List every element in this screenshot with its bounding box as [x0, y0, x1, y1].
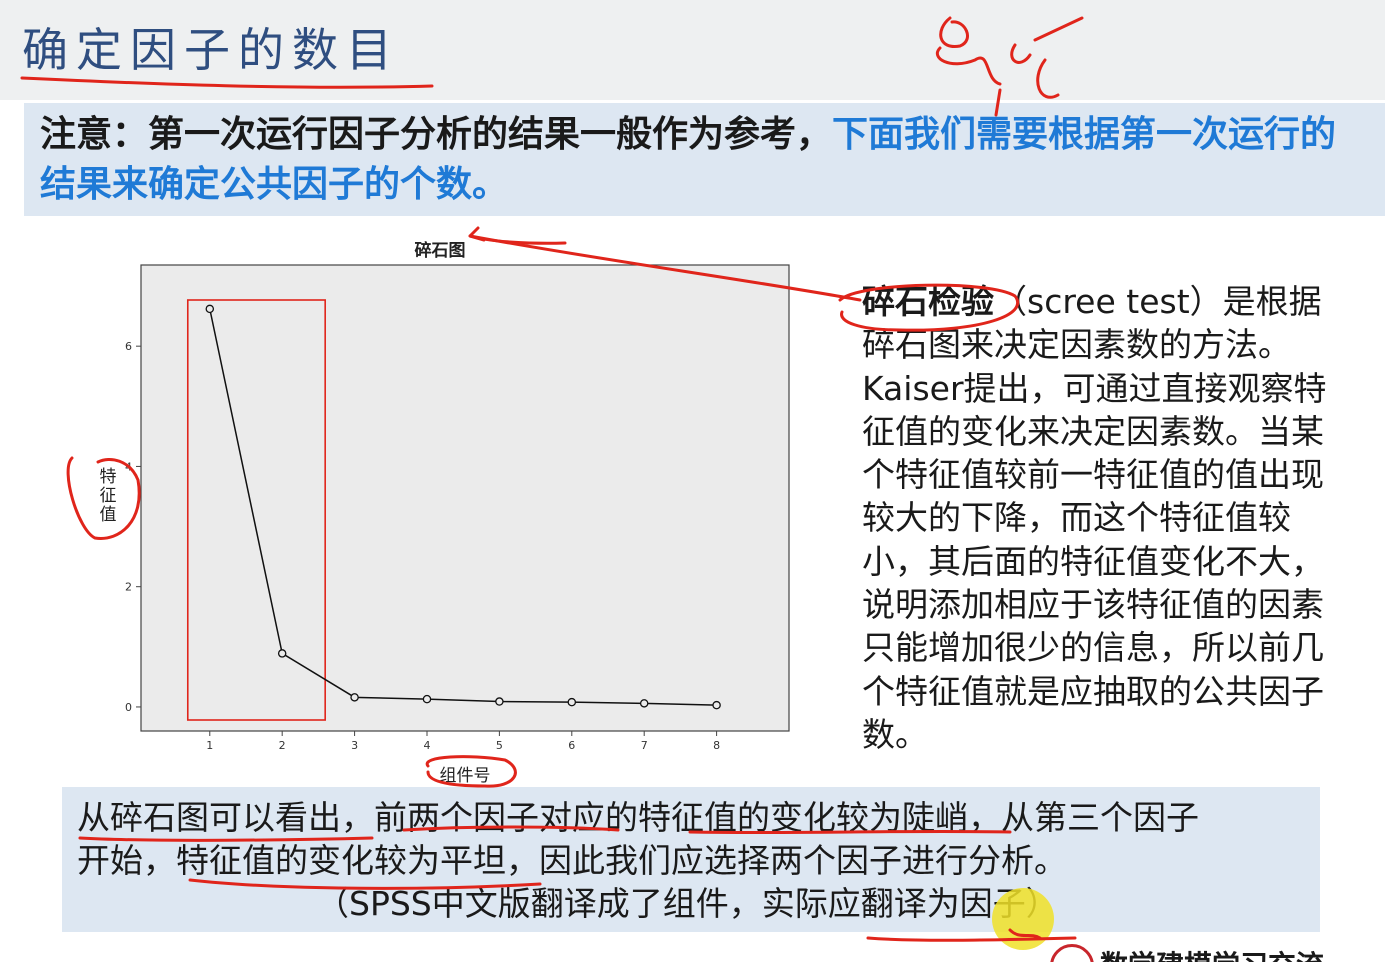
y-tick-label: 0: [125, 701, 132, 714]
eigenvalue-point: [350, 693, 359, 702]
x-tick-label: 4: [423, 739, 430, 752]
conclusion-line-1: 从碎石图可以看出，前两个因子对应的特征值的变化较为陡峭，从第三个因子: [77, 798, 1199, 837]
x-tick-label: 5: [496, 739, 503, 752]
y-tick-label: 2: [125, 581, 132, 594]
y-tick-label: 4: [125, 460, 132, 473]
x-tick-label: 7: [641, 739, 648, 752]
conclusion-line-2: 开始，特征值的变化较为平坦，因此我们应选择两个因子进行分析。: [77, 841, 1067, 880]
scree-plot: 0 2 4 6 1 2 3 4 5 6 7 8: [125, 264, 790, 752]
eigenvalue-point: [495, 697, 504, 706]
note-text: 注意：第一次运行因子分析的结果一般作为参考，下面我们需要根据第一次运行的结果来确…: [40, 110, 1370, 210]
cursor-highlight: [992, 888, 1054, 950]
x-tick-label: 8: [713, 739, 720, 752]
chart-x-axis-label: 组件号: [439, 766, 491, 786]
note-black-text: 注意：第一次运行因子分析的结果一般作为参考，: [40, 114, 833, 155]
scree-test-term: 碎石检验: [862, 282, 994, 321]
conclusion-line-3: （SPSS中文版翻译成了组件，实际应翻译为因子）: [316, 884, 1059, 923]
page-title: 确定因子的数目: [22, 23, 400, 77]
eigenvalue-point: [422, 694, 432, 704]
plot-area: [140, 264, 790, 732]
y-tick-label: 6: [125, 340, 132, 353]
x-tick-label: 2: [279, 739, 286, 752]
x-tick-label: 3: [351, 739, 358, 752]
eigenvalue-point: [712, 700, 721, 710]
eigenvalue-point: [277, 649, 287, 658]
eigenvalue-point: [639, 699, 649, 708]
x-tick-label: 1: [206, 739, 213, 752]
footer-logo-text: 数学建模学习交流: [1100, 944, 1324, 962]
scree-test-explanation: 碎石检验（scree test）是根据碎石图来决定因素数的方法。Kaiser提出…: [862, 280, 1342, 756]
eigenvalue-point: [205, 304, 215, 314]
x-tick-label: 6: [568, 739, 575, 752]
logo-badge-icon: [1050, 944, 1094, 962]
scree-test-description: （scree test）是根据碎石图来决定因素数的方法。Kaiser提出，可通过…: [862, 282, 1327, 754]
eigenvalue-point: [567, 697, 577, 707]
footer-logo: 数学建模学习交流: [1042, 944, 1385, 962]
